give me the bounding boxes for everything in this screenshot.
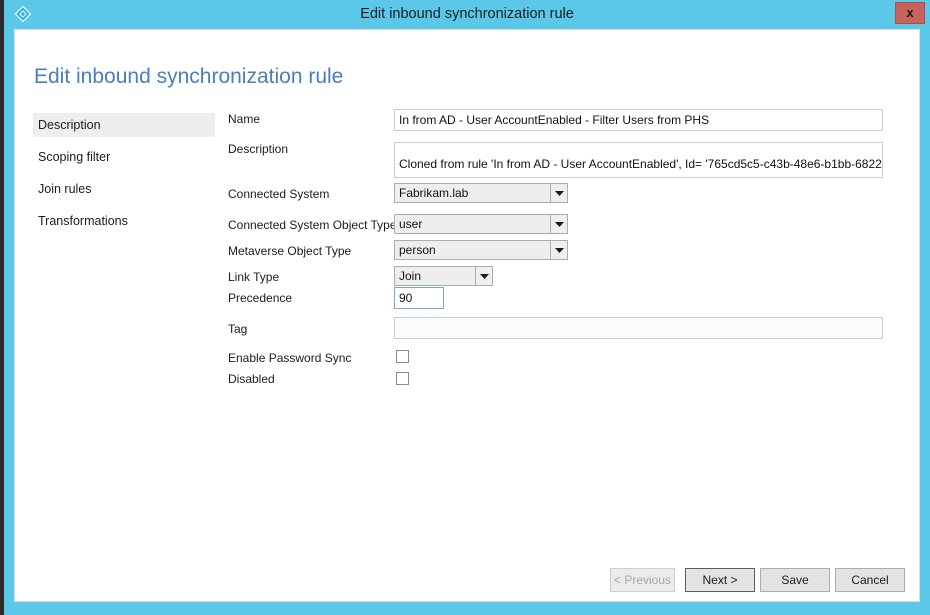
metaverse-object-type-dropdown[interactable]: person (394, 240, 568, 260)
dialog-window: Edit inbound synchronization rule x Edit… (0, 0, 930, 615)
save-button[interactable]: Save (760, 568, 830, 592)
title-bar: Edit inbound synchronization rule x (4, 0, 930, 28)
chevron-down-icon[interactable] (550, 184, 567, 202)
previous-button[interactable]: < Previous (610, 568, 675, 592)
connected-system-label: Connected System (228, 187, 330, 201)
enable-password-sync-label: Enable Password Sync (228, 351, 352, 365)
connected-system-object-type-dropdown[interactable]: user (394, 214, 568, 234)
chevron-down-icon[interactable] (475, 267, 492, 285)
wizard-nav: Description Scoping filter Join rules Tr… (33, 113, 215, 241)
close-button[interactable]: x (895, 2, 925, 24)
sidebar-item-transformations[interactable]: Transformations (33, 209, 215, 233)
cancel-button[interactable]: Cancel (835, 568, 905, 592)
tag-label: Tag (228, 322, 248, 336)
name-label: Name (228, 112, 261, 126)
enable-password-sync-checkbox[interactable] (396, 350, 409, 363)
connected-system-object-type-label: Connected System Object Type (228, 218, 397, 232)
tag-input[interactable] (394, 317, 883, 339)
chevron-down-icon[interactable] (550, 215, 567, 233)
connected-system-value: Fabrikam.lab (399, 186, 469, 200)
metaverse-object-type-value: person (399, 243, 436, 257)
sidebar-item-scoping-filter[interactable]: Scoping filter (33, 145, 215, 169)
precedence-input[interactable] (394, 287, 444, 309)
description-label: Description (228, 142, 289, 156)
name-input[interactable] (394, 109, 883, 131)
link-type-label: Link Type (228, 270, 280, 284)
description-textarea[interactable]: Cloned from rule 'In from AD - User Acco… (394, 142, 883, 178)
chevron-down-icon[interactable] (550, 241, 567, 259)
sidebar-item-description[interactable]: Description (33, 113, 215, 137)
link-type-value: Join (399, 269, 422, 283)
next-button[interactable]: Next > (685, 568, 755, 592)
metaverse-object-type-label: Metaverse Object Type (228, 244, 352, 258)
sidebar-item-join-rules[interactable]: Join rules (33, 177, 215, 201)
dialog-client-area: Edit inbound synchronization rule Descri… (14, 29, 920, 602)
page-title: Edit inbound synchronization rule (34, 65, 344, 88)
connected-system-dropdown[interactable]: Fabrikam.lab (394, 183, 568, 203)
connected-system-object-type-value: user (399, 217, 423, 231)
disabled-label: Disabled (228, 372, 275, 386)
window-title: Edit inbound synchronization rule (360, 6, 574, 22)
precedence-label: Precedence (228, 291, 293, 305)
link-type-dropdown[interactable]: Join (394, 266, 493, 286)
disabled-checkbox[interactable] (396, 372, 409, 385)
